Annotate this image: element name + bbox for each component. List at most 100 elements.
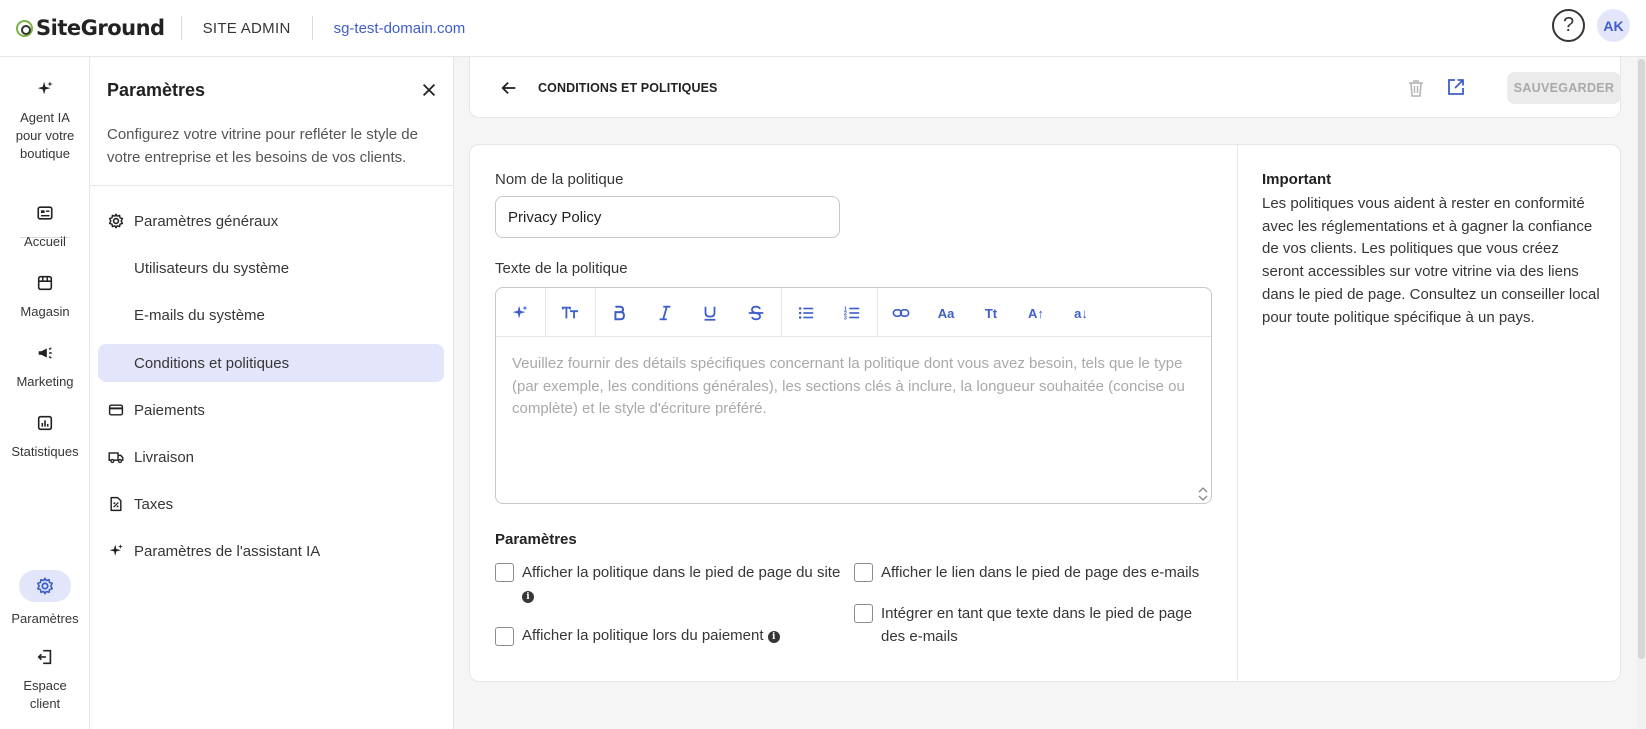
nav-item-paiements[interactable]: Paiements	[98, 391, 444, 429]
truck-icon	[108, 452, 124, 464]
page-title: CONDITIONS ET POLITIQUES	[538, 81, 718, 95]
nav-item-utilisateurs[interactable]: Utilisateurs du système	[98, 249, 444, 287]
important-text: Les politiques vous aident à rester en c…	[1262, 195, 1600, 326]
text-size-icon	[561, 306, 579, 319]
logo-text: SiteGround	[36, 16, 165, 40]
external-link-icon[interactable]	[1446, 77, 1466, 97]
nav-label: Paramètres généraux	[134, 212, 279, 230]
nav-label: Conditions et politiques	[134, 354, 290, 372]
nav-item-emails[interactable]: E-mails du système	[98, 296, 444, 334]
nav-item-parametres-generaux[interactable]: Paramètres généraux	[98, 202, 444, 240]
logout-icon	[37, 649, 52, 665]
divider	[180, 16, 182, 40]
sparkles-icon	[37, 81, 53, 95]
nav-item-conditions[interactable]: Conditions et politiques	[98, 344, 444, 382]
svg-text:3: 3	[844, 315, 847, 321]
checkbox-label: Afficher la politique lors du paiement	[522, 627, 764, 644]
gear-icon	[108, 213, 124, 229]
chart-icon	[37, 415, 53, 431]
link-icon	[892, 309, 910, 317]
checkout-label: Afficher la politique lors du paiement i	[522, 625, 780, 648]
toolbar-divider	[545, 288, 546, 336]
footer-site-label: Afficher la politique dans le pied de pa…	[522, 562, 852, 607]
domain-link[interactable]: sg-test-domain.com	[334, 20, 466, 37]
rail-item-accueil[interactable]: Accueil	[0, 201, 90, 251]
rail-label: Accueil	[24, 234, 66, 249]
policy-form-card: Nom de la politique Privacy Policy Texte…	[469, 144, 1621, 682]
rail-label: Magasin	[20, 304, 70, 319]
italic-button[interactable]	[652, 300, 678, 326]
store-icon	[37, 275, 53, 291]
arrow-left-icon[interactable]	[500, 79, 518, 97]
title-case-button[interactable]: Tt	[978, 300, 1004, 326]
email-link-checkbox[interactable]	[854, 563, 873, 582]
decrease-size-button[interactable]: a↓	[1068, 300, 1094, 326]
footer-site-checkbox[interactable]	[495, 563, 514, 582]
italic-icon	[659, 305, 671, 321]
rail-item-magasin[interactable]: Magasin	[0, 271, 90, 321]
panel-title: Paramètres	[107, 80, 206, 100]
editor-placeholder: Veuillez fournir des détails spécifiques…	[512, 355, 1185, 417]
link-button[interactable]	[888, 300, 914, 326]
policy-text-label: Texte de la politique	[495, 260, 628, 277]
rail-label: Marketing	[16, 374, 74, 389]
info-icon[interactable]: i	[522, 590, 534, 603]
save-button[interactable]: SAUVEGARDER	[1507, 72, 1621, 104]
megaphone-icon	[38, 347, 52, 359]
siteground-logo[interactable]: SiteGround	[16, 0, 165, 57]
nav-item-taxes[interactable]: Taxes	[98, 485, 444, 523]
site-admin-label: SITE ADMIN	[202, 19, 291, 37]
nav-label: Paiements	[134, 401, 205, 419]
ai-sparkle-button[interactable]	[507, 300, 533, 326]
email-text-label: Intégrer en tant que texte dans le pied …	[881, 605, 1193, 645]
gear-icon	[36, 577, 54, 595]
avatar[interactable]: AK	[1597, 9, 1630, 42]
policy-name-input[interactable]: Privacy Policy	[495, 196, 840, 238]
bold-icon	[614, 305, 625, 321]
rail-label: Agent IA pour votre boutique	[15, 110, 75, 161]
logo-icon	[16, 19, 33, 37]
rail-item-ai-agent[interactable]: Agent IA pour votre boutique	[0, 77, 90, 163]
text-size-button[interactable]	[557, 300, 583, 326]
info-icon[interactable]: i	[767, 631, 780, 644]
toolbar-divider	[781, 288, 782, 336]
checkbox-label: Afficher la politique dans le pied de pa…	[522, 564, 841, 581]
bullet-list-button[interactable]	[793, 300, 819, 326]
underline-button[interactable]	[697, 300, 723, 326]
rail-item-parametres[interactable]: Paramètres	[0, 570, 90, 628]
nav-label: Taxes	[134, 495, 174, 513]
font-case-button[interactable]: Aa	[933, 300, 959, 326]
rail-label: Statistiques	[11, 444, 79, 459]
nav-item-livraison[interactable]: Livraison	[98, 438, 444, 476]
nav-label: Livraison	[134, 448, 195, 466]
question-icon: ?	[1562, 14, 1575, 36]
sparkles-icon	[109, 544, 123, 556]
numbered-list-button[interactable]: 123	[839, 300, 865, 326]
bold-button[interactable]	[606, 300, 632, 326]
policy-text-editor[interactable]: 123 Aa Tt A↑ a↓ Veuillez fournir des dét…	[495, 287, 1212, 504]
rail-item-statistiques[interactable]: Statistiques	[0, 411, 90, 461]
checkout-checkbox[interactable]	[495, 627, 514, 646]
close-icon[interactable]	[420, 81, 438, 99]
panel-description: Configurez votre vitrine pour refléter l…	[107, 126, 418, 166]
nav-label: Utilisateurs du système	[134, 259, 290, 277]
column-divider	[1237, 145, 1238, 681]
divider	[90, 185, 454, 186]
increase-size-button[interactable]: A↑	[1023, 300, 1049, 326]
scrollbar-thumb[interactable]	[1638, 59, 1645, 659]
scrollbar[interactable]	[1637, 57, 1646, 729]
toolbar-divider	[595, 288, 596, 336]
rail-label: Paramètres	[11, 611, 79, 626]
nav-item-assistant-ia[interactable]: Paramètres de l'assistant IA	[98, 532, 444, 570]
email-text-checkbox[interactable]	[854, 604, 873, 623]
editor-toolbar: 123 Aa Tt A↑ a↓	[496, 288, 1211, 337]
top-bar: SiteGround SITE ADMIN sg-test-domain.com…	[0, 0, 1646, 57]
card-icon	[108, 404, 124, 416]
rail-item-marketing[interactable]: Marketing	[0, 341, 90, 391]
resize-handle-icon[interactable]	[1197, 487, 1209, 501]
help-button[interactable]: ?	[1552, 9, 1585, 42]
trash-icon[interactable]	[1406, 78, 1426, 98]
underline-icon	[704, 306, 716, 321]
strikethrough-button[interactable]	[743, 300, 769, 326]
rail-item-espace-client[interactable]: Espace client	[0, 645, 90, 713]
